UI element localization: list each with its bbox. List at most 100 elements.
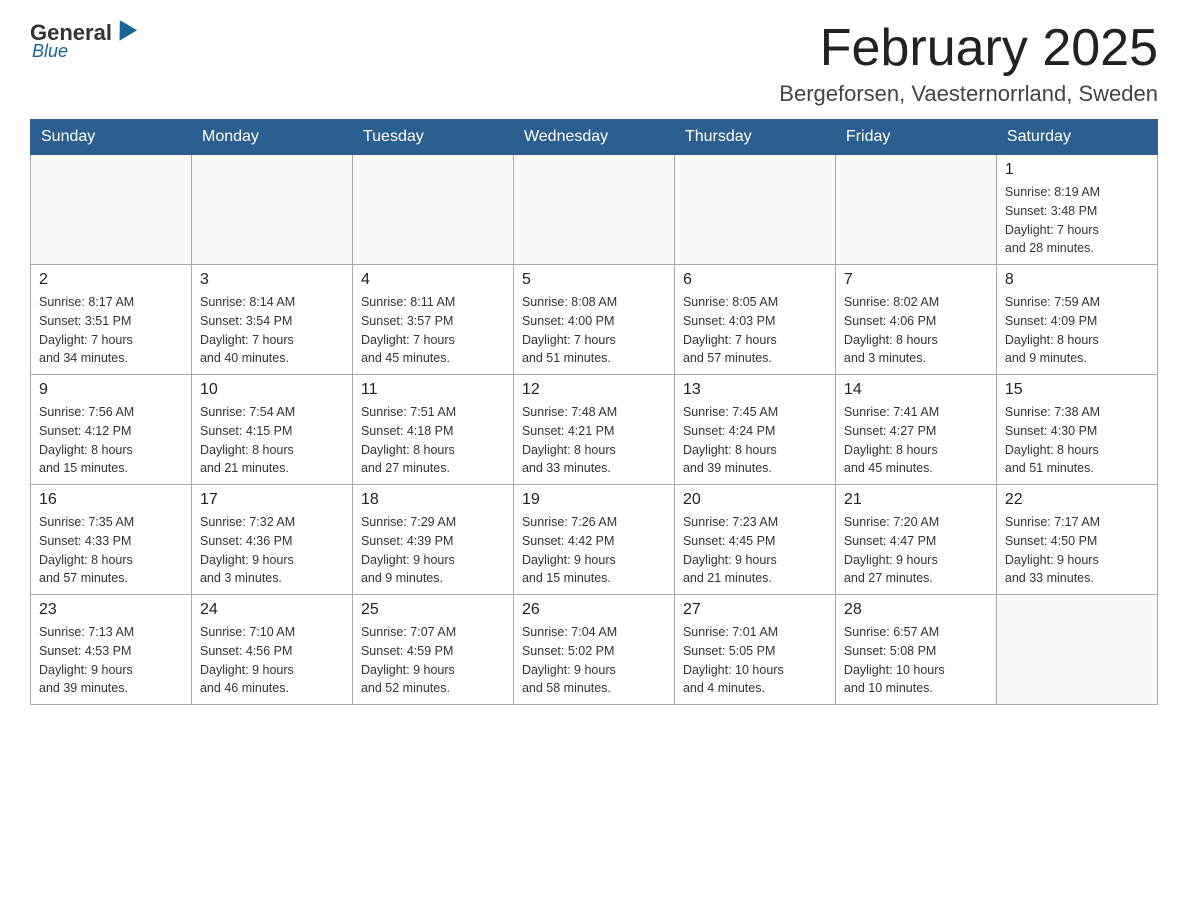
day-info: Sunrise: 7:26 AM Sunset: 4:42 PM Dayligh… [522,513,666,588]
day-number: 21 [844,491,988,509]
day-header-saturday: Saturday [996,120,1157,155]
day-number: 24 [200,601,344,619]
week-row-4: 16 Sunrise: 7:35 AM Sunset: 4:33 PM Dayli… [31,485,1158,595]
calendar-cell: 10Sunrise: 7:54 AM Sunset: 4:15 PM Dayli… [191,375,352,485]
day-info: Sunrise: 8:17 AM Sunset: 3:51 PM Dayligh… [39,293,183,368]
calendar-cell: 4 Sunrise: 8:11 AM Sunset: 3:57 PM Daylig… [352,265,513,375]
day-header-sunday: Sunday [31,120,192,155]
day-info: Sunrise: 7:32 AM Sunset: 4:36 PM Dayligh… [200,513,344,588]
day-number: 12 [522,381,666,399]
calendar-cell: 19Sunrise: 7:26 AM Sunset: 4:42 PM Dayli… [513,485,674,595]
day-header-thursday: Thursday [674,120,835,155]
location-text: Bergeforsen, Vaesternorrland, Sweden [779,81,1158,107]
calendar-cell [674,155,835,265]
calendar-cell: 21 Sunrise: 7:20 AM Sunset: 4:47 PM Dayli… [835,485,996,595]
day-number: 2 [39,271,183,289]
calendar-cell: 27 Sunrise: 7:01 AM Sunset: 5:05 PM Dayli… [674,595,835,705]
day-info: Sunrise: 7:41 AM Sunset: 4:27 PM Dayligh… [844,403,988,478]
calendar-table: SundayMondayTuesdayWednesdayThursdayFrid… [30,119,1158,705]
day-number: 10 [200,381,344,399]
day-header-wednesday: Wednesday [513,120,674,155]
day-number: 25 [361,601,505,619]
calendar-cell [31,155,192,265]
day-info: Sunrise: 8:14 AM Sunset: 3:54 PM Dayligh… [200,293,344,368]
calendar-cell: 13 Sunrise: 7:45 AM Sunset: 4:24 PM Dayli… [674,375,835,485]
day-number: 17 [200,491,344,509]
calendar-cell [513,155,674,265]
calendar-cell [835,155,996,265]
day-info: Sunrise: 7:04 AM Sunset: 5:02 PM Dayligh… [522,623,666,698]
day-info: Sunrise: 7:20 AM Sunset: 4:47 PM Dayligh… [844,513,988,588]
calendar-cell: 25 Sunrise: 7:07 AM Sunset: 4:59 PM Dayli… [352,595,513,705]
calendar-cell: 17 Sunrise: 7:32 AM Sunset: 4:36 PM Dayli… [191,485,352,595]
day-info: Sunrise: 8:11 AM Sunset: 3:57 PM Dayligh… [361,293,505,368]
day-number: 18 [361,491,505,509]
calendar-cell: 12Sunrise: 7:48 AM Sunset: 4:21 PM Dayli… [513,375,674,485]
logo: General Blue [30,20,136,62]
week-row-1: 1 Sunrise: 8:19 AM Sunset: 3:48 PM Daylig… [31,155,1158,265]
day-info: Sunrise: 7:01 AM Sunset: 5:05 PM Dayligh… [683,623,827,698]
calendar-cell: 15Sunrise: 7:38 AM Sunset: 4:30 PM Dayli… [996,375,1157,485]
day-info: Sunrise: 7:59 AM Sunset: 4:09 PM Dayligh… [1005,293,1149,368]
day-number: 11 [361,381,505,399]
calendar-cell: 1 Sunrise: 8:19 AM Sunset: 3:48 PM Daylig… [996,155,1157,265]
day-info: Sunrise: 7:56 AM Sunset: 4:12 PM Dayligh… [39,403,183,478]
day-number: 13 [683,381,827,399]
day-info: Sunrise: 7:10 AM Sunset: 4:56 PM Dayligh… [200,623,344,698]
day-info: Sunrise: 8:05 AM Sunset: 4:03 PM Dayligh… [683,293,827,368]
day-info: Sunrise: 8:19 AM Sunset: 3:48 PM Dayligh… [1005,183,1149,258]
day-info: Sunrise: 7:17 AM Sunset: 4:50 PM Dayligh… [1005,513,1149,588]
day-info: Sunrise: 7:23 AM Sunset: 4:45 PM Dayligh… [683,513,827,588]
day-number: 14 [844,381,988,399]
day-number: 16 [39,491,183,509]
calendar-header-row: SundayMondayTuesdayWednesdayThursdayFrid… [31,120,1158,155]
calendar-cell: 28 Sunrise: 6:57 AM Sunset: 5:08 PM Dayli… [835,595,996,705]
calendar-cell: 7Sunrise: 8:02 AM Sunset: 4:06 PM Daylig… [835,265,996,375]
day-info: Sunrise: 7:45 AM Sunset: 4:24 PM Dayligh… [683,403,827,478]
logo-triangle-icon [111,20,137,46]
day-number: 7 [844,271,988,289]
day-number: 9 [39,381,183,399]
calendar-cell: 2 Sunrise: 8:17 AM Sunset: 3:51 PM Daylig… [31,265,192,375]
calendar-cell [996,595,1157,705]
day-number: 1 [1005,161,1149,179]
day-info: Sunrise: 7:07 AM Sunset: 4:59 PM Dayligh… [361,623,505,698]
calendar-cell: 9 Sunrise: 7:56 AM Sunset: 4:12 PM Daylig… [31,375,192,485]
calendar-cell: 6Sunrise: 8:05 AM Sunset: 4:03 PM Daylig… [674,265,835,375]
calendar-cell: 22 Sunrise: 7:17 AM Sunset: 4:50 PM Dayli… [996,485,1157,595]
day-number: 5 [522,271,666,289]
day-header-friday: Friday [835,120,996,155]
day-number: 8 [1005,271,1149,289]
page-header: General Blue February 2025 Bergeforsen, … [30,20,1158,107]
day-number: 23 [39,601,183,619]
title-section: February 2025 Bergeforsen, Vaesternorrla… [779,20,1158,107]
calendar-cell [352,155,513,265]
calendar-cell: 3Sunrise: 8:14 AM Sunset: 3:54 PM Daylig… [191,265,352,375]
calendar-cell: 24 Sunrise: 7:10 AM Sunset: 4:56 PM Dayli… [191,595,352,705]
calendar-cell: 8 Sunrise: 7:59 AM Sunset: 4:09 PM Daylig… [996,265,1157,375]
day-info: Sunrise: 7:51 AM Sunset: 4:18 PM Dayligh… [361,403,505,478]
day-header-tuesday: Tuesday [352,120,513,155]
day-number: 15 [1005,381,1149,399]
day-info: Sunrise: 6:57 AM Sunset: 5:08 PM Dayligh… [844,623,988,698]
day-number: 27 [683,601,827,619]
calendar-cell: 23 Sunrise: 7:13 AM Sunset: 4:53 PM Dayli… [31,595,192,705]
day-info: Sunrise: 7:35 AM Sunset: 4:33 PM Dayligh… [39,513,183,588]
day-info: Sunrise: 8:08 AM Sunset: 4:00 PM Dayligh… [522,293,666,368]
day-info: Sunrise: 7:29 AM Sunset: 4:39 PM Dayligh… [361,513,505,588]
calendar-cell: 5 Sunrise: 8:08 AM Sunset: 4:00 PM Daylig… [513,265,674,375]
day-number: 4 [361,271,505,289]
calendar-cell: 20 Sunrise: 7:23 AM Sunset: 4:45 PM Dayli… [674,485,835,595]
day-number: 28 [844,601,988,619]
day-number: 20 [683,491,827,509]
calendar-cell [191,155,352,265]
month-title: February 2025 [779,20,1158,77]
day-info: Sunrise: 7:13 AM Sunset: 4:53 PM Dayligh… [39,623,183,698]
calendar-cell: 11 Sunrise: 7:51 AM Sunset: 4:18 PM Dayli… [352,375,513,485]
calendar-cell: 18 Sunrise: 7:29 AM Sunset: 4:39 PM Dayli… [352,485,513,595]
day-number: 26 [522,601,666,619]
calendar-cell: 14 Sunrise: 7:41 AM Sunset: 4:27 PM Dayli… [835,375,996,485]
day-number: 22 [1005,491,1149,509]
week-row-3: 9 Sunrise: 7:56 AM Sunset: 4:12 PM Daylig… [31,375,1158,485]
calendar-cell: 26 Sunrise: 7:04 AM Sunset: 5:02 PM Dayli… [513,595,674,705]
